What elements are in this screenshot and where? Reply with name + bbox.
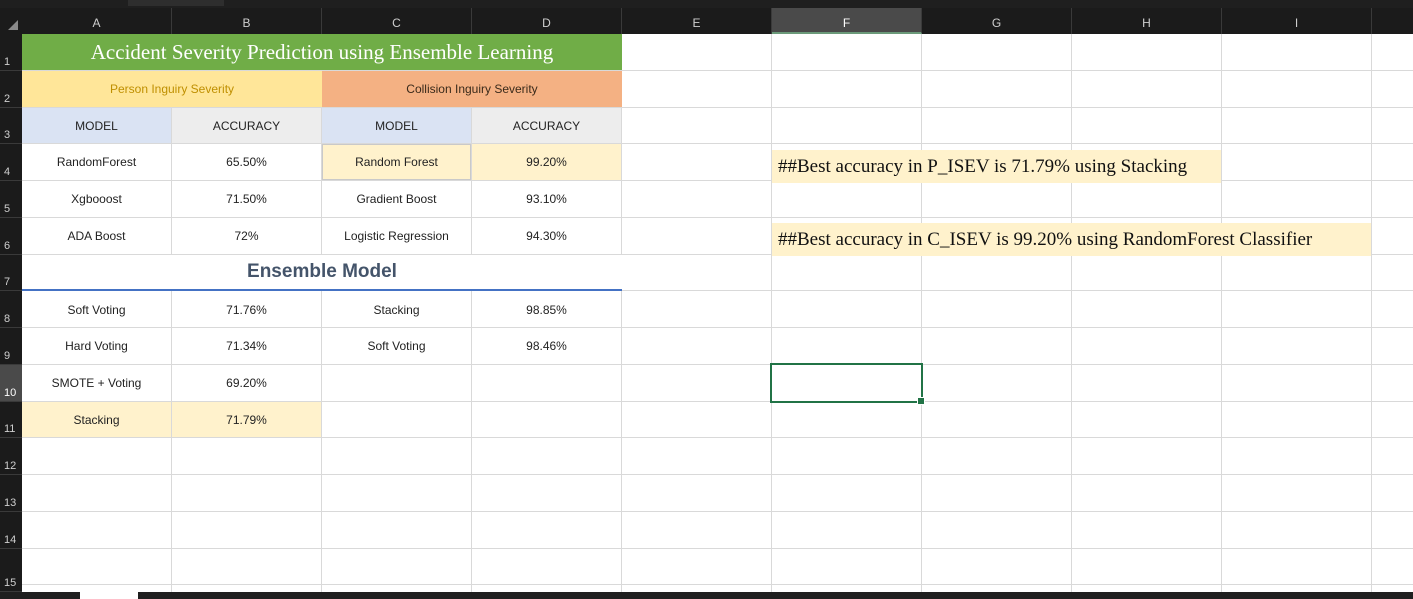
row-number: 5 (4, 203, 11, 215)
note-best-c-isev[interactable]: ##Best accuracy in C_ISEV is 99.20% usin… (772, 223, 1371, 256)
ensemble-model-title[interactable]: Ensemble Model (22, 255, 622, 291)
column-header-h[interactable]: H (1072, 8, 1222, 34)
row-header-2[interactable]: 2 (0, 71, 22, 108)
cell-c8[interactable]: Stacking (322, 292, 471, 327)
column-header-a[interactable]: A (22, 8, 172, 34)
row-header-8[interactable]: 8 (0, 291, 22, 328)
active-sheet-tab[interactable] (80, 592, 138, 599)
column-header-e[interactable]: E (622, 8, 772, 34)
cell-c6[interactable]: Logistic Regression (322, 218, 471, 254)
row-header-7[interactable]: 7 (0, 255, 22, 291)
cell-b11[interactable]: 71.79% (172, 402, 321, 437)
fill-handle[interactable] (917, 397, 925, 405)
cell-d5[interactable]: 93.10% (472, 181, 621, 217)
row-header-6[interactable]: 6 (0, 218, 22, 255)
person-severity-header[interactable]: Person Inguiry Severity (22, 71, 322, 107)
row-number: 1 (4, 56, 11, 68)
window-tab[interactable] (128, 0, 224, 6)
note-best-p-isev[interactable]: ##Best accuracy in P_ISEV is 71.79% usin… (772, 150, 1221, 183)
cell-d6[interactable]: 94.30% (472, 218, 621, 254)
collision-accuracy-header[interactable]: ACCURACY (472, 108, 621, 143)
collision-severity-header[interactable]: Collision Inguiry Severity (322, 71, 622, 107)
row-number: 10 (4, 387, 17, 399)
cell-b8[interactable]: 71.76% (172, 292, 321, 327)
row-header-3[interactable]: 3 (0, 108, 22, 144)
row-header-10[interactable]: 10 (0, 365, 22, 402)
cell-a5[interactable]: Xgbooost (22, 181, 171, 217)
cell-b6[interactable]: 72% (172, 218, 321, 254)
cell-a9[interactable]: Hard Voting (22, 328, 171, 364)
cell-a4[interactable]: RandomForest (22, 144, 171, 180)
person-model-header[interactable]: MODEL (22, 108, 171, 143)
row-number: 4 (4, 166, 11, 178)
row-number: 8 (4, 313, 11, 325)
row-number: 13 (4, 497, 17, 509)
sheet-tab-bar (0, 592, 1413, 599)
column-header-b[interactable]: B (172, 8, 322, 34)
active-cell-f10[interactable] (770, 363, 925, 405)
row-number: 12 (4, 460, 17, 472)
cell-c4[interactable]: Random Forest (322, 144, 471, 180)
row-number: 7 (4, 276, 11, 288)
row-header-bar: 1 2 3 4 5 6 7 8 9 10 11 12 13 14 15 (0, 34, 22, 592)
title-bar (0, 0, 1413, 8)
row-header-13[interactable]: 13 (0, 475, 22, 512)
cell-a8[interactable]: Soft Voting (22, 292, 171, 327)
sheet-title[interactable]: Accident Severity Prediction using Ensem… (22, 34, 622, 70)
row-header-11[interactable]: 11 (0, 402, 22, 438)
row-number: 9 (4, 350, 11, 362)
column-header-i[interactable]: I (1222, 8, 1372, 34)
row-header-12[interactable]: 12 (0, 438, 22, 475)
column-header-d[interactable]: D (472, 8, 622, 34)
row-number: 3 (4, 129, 11, 141)
collision-model-header[interactable]: MODEL (322, 108, 471, 143)
column-header-bar: A B C D E F G H I (0, 8, 1413, 34)
column-header-g[interactable]: G (922, 8, 1072, 34)
cell-a11[interactable]: Stacking (22, 402, 171, 437)
row-header-1[interactable]: 1 (0, 34, 22, 71)
column-header-f[interactable]: F (772, 8, 922, 34)
person-accuracy-header[interactable]: ACCURACY (172, 108, 321, 143)
row-header-14[interactable]: 14 (0, 512, 22, 549)
row-number: 11 (4, 423, 16, 435)
cell-b10[interactable]: 69.20% (172, 365, 321, 401)
cell-grid[interactable]: Accident Severity Prediction using Ensem… (22, 34, 1413, 592)
row-number: 6 (4, 240, 11, 252)
row-number: 2 (4, 93, 11, 105)
cell-d8[interactable]: 98.85% (472, 292, 621, 327)
select-all-corner[interactable] (0, 8, 22, 34)
cell-d9[interactable]: 98.46% (472, 328, 621, 364)
cell-d4[interactable]: 99.20% (472, 144, 621, 180)
cell-b9[interactable]: 71.34% (172, 328, 321, 364)
cell-c5[interactable]: Gradient Boost (322, 181, 471, 217)
row-header-15[interactable]: 15 (0, 549, 22, 592)
column-header-c[interactable]: C (322, 8, 472, 34)
cell-c9[interactable]: Soft Voting (322, 328, 471, 364)
row-header-5[interactable]: 5 (0, 181, 22, 218)
cell-a10[interactable]: SMOTE + Voting (22, 365, 171, 401)
row-number: 15 (4, 577, 17, 589)
cell-b4[interactable]: 65.50% (172, 144, 321, 180)
select-all-icon (8, 20, 18, 30)
row-number: 14 (4, 534, 17, 546)
row-header-9[interactable]: 9 (0, 328, 22, 365)
row-header-4[interactable]: 4 (0, 144, 22, 181)
cell-b5[interactable]: 71.50% (172, 181, 321, 217)
cell-a6[interactable]: ADA Boost (22, 218, 171, 254)
